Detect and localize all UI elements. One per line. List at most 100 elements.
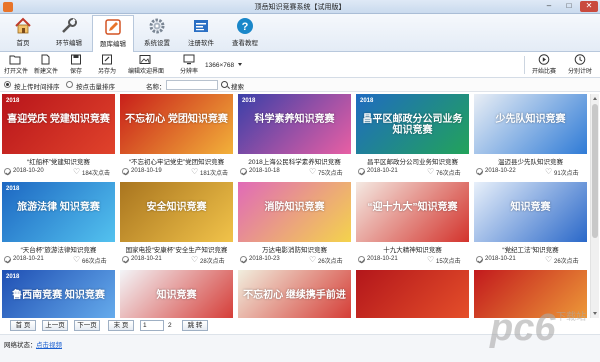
search-label[interactable]: 搜索 — [231, 81, 244, 91]
ribbon-register[interactable]: 注册软件 — [180, 15, 222, 51]
check-icon[interactable] — [476, 256, 483, 263]
toolbar-divider — [524, 56, 525, 74]
template-thumbnail[interactable]: 2018 昌平区邮政分公司业务 知识竞赛 — [356, 94, 469, 154]
check-icon[interactable] — [4, 168, 11, 175]
prev-page-button[interactable]: 上一页 — [42, 320, 68, 331]
card-title: 国家电投“安康杯”安全生产知识竞赛 — [125, 247, 228, 254]
thumbnail-title: 喜迎党庆 党建知识竞赛 — [7, 114, 110, 125]
template-thumbnail[interactable]: 2018 科学素养知识竞赛 — [238, 94, 351, 154]
heart-icon[interactable]: ♡ — [191, 168, 199, 176]
template-card[interactable]: 少先队知识竞赛 温迈县少先队知识竞赛 2018-10-22 ♡ 91次点击 — [474, 94, 587, 180]
timer-button[interactable]: 分别计时 — [566, 54, 594, 76]
heart-icon[interactable]: ♡ — [545, 256, 553, 264]
ribbon-question-bank-edit[interactable]: 题库编辑 — [92, 15, 134, 52]
heart-icon[interactable]: ♡ — [427, 168, 435, 176]
template-card[interactable]: 2018 昌平区邮政分公司业务 知识竞赛 昌平区邮政分公司业务知识竞赛 2018-10… — [356, 94, 469, 180]
page-number-input[interactable]: 1 — [140, 320, 164, 331]
sort-clicks-radio[interactable] — [66, 81, 73, 88]
template-card[interactable] — [356, 270, 469, 318]
edit-welcome-button[interactable]: 编辑欢迎界面 — [128, 54, 165, 76]
folder-open-icon — [9, 54, 21, 65]
minimize-button[interactable]: – — [540, 1, 558, 12]
resolution-label: 分辨率 — [179, 69, 198, 75]
template-thumbnail[interactable]: 消防知识竞赛 — [238, 182, 351, 242]
sort-time-radio[interactable] — [4, 81, 11, 88]
template-thumbnail[interactable]: 2018 鲁西南竞赛 知识竞赛 — [2, 270, 115, 318]
check-icon[interactable] — [358, 168, 365, 175]
check-icon[interactable] — [122, 256, 129, 263]
template-card[interactable]: 不忘初心 党团知识竞赛 “不忘初心牢记党史”党团知识竞赛 2018-10-19 ♡ 18… — [120, 94, 233, 180]
template-card[interactable]: 知识竞赛 — [120, 270, 233, 318]
ribbon-segment-edit[interactable]: 环节编辑 — [48, 15, 90, 51]
scroll-up-icon[interactable] — [593, 97, 597, 100]
save-as-button[interactable]: 另存为 — [96, 54, 118, 76]
template-thumbnail[interactable]: “迎十九大”知识竞赛 — [356, 182, 469, 242]
template-card[interactable]: 消防知识竞赛 万达电影消防知识竞赛 2018-10-23 ♡ 26次点击 — [238, 182, 351, 268]
template-thumbnail[interactable]: 知识竞赛 — [474, 182, 587, 242]
chevron-down-icon — [238, 63, 242, 66]
svg-text:下载站: 下载站 — [556, 310, 586, 323]
open-file-button[interactable]: 打开文件 — [4, 54, 28, 76]
template-thumbnail[interactable]: 少先队知识竞赛 — [474, 94, 587, 154]
template-card[interactable]: “迎十九大”知识竞赛 十九大精神知识竞赛 2018-10-21 ♡ 15次点击 — [356, 182, 469, 268]
home-icon — [14, 17, 32, 35]
card-meta: 2018-10-22 ♡ 91次点击 — [474, 167, 587, 177]
edit-welcome-label: 编辑欢迎界面 — [128, 69, 165, 75]
template-thumbnail[interactable]: 知识竞赛 — [120, 270, 233, 318]
check-icon[interactable] — [122, 168, 129, 175]
template-thumbnail[interactable]: 2018 旅游法律 知识竞赛 — [2, 182, 115, 242]
template-card[interactable]: 2018 喜迎党庆 党建知识竞赛 “红船杯”党建知识竞赛 2018-10-20 ♡ 184… — [2, 94, 115, 180]
ribbon-system-settings[interactable]: 系统设置 — [136, 15, 178, 51]
template-card[interactable]: 不忘初心 继续携手前进 — [238, 270, 351, 318]
resolution-button[interactable]: 分辨率 — [178, 54, 200, 76]
register-icon — [192, 17, 210, 35]
check-icon[interactable] — [358, 256, 365, 263]
scroll-thumb[interactable] — [592, 104, 598, 238]
heart-icon[interactable]: ♡ — [73, 168, 81, 176]
title-bar: 顶岳知识竞赛系统【试用版】 – □ ✕ — [0, 0, 600, 14]
heart-icon[interactable]: ♡ — [545, 168, 553, 176]
card-meta: 2018-10-21 ♡ 26次点击 — [474, 255, 587, 265]
maximize-button[interactable]: □ — [560, 1, 578, 12]
card-title: “不忘初心牢记党史”党团知识竞赛 — [128, 159, 225, 166]
check-icon[interactable] — [240, 256, 247, 263]
start-competition-button[interactable]: 开始比赛 — [530, 54, 558, 76]
card-clicks: 181次点击 — [200, 171, 229, 177]
first-page-button[interactable]: 首 页 — [10, 320, 36, 331]
template-card[interactable]: 2018 科学素养知识竞赛 2018上海公民科学素养知识竞赛 2018-10-18 ♡ 7… — [238, 94, 351, 180]
heart-icon[interactable]: ♡ — [191, 256, 199, 264]
template-card[interactable]: 2018 旅游法律 知识竞赛 “天台杯”旅游法律知识竞赛 2018-10-21 ♡ 66次… — [2, 182, 115, 268]
close-button[interactable]: ✕ — [580, 1, 598, 12]
card-clicks: 28次点击 — [200, 259, 225, 265]
template-thumbnail[interactable]: 不忘初心 党团知识竞赛 — [120, 94, 233, 154]
go-page-button[interactable]: 跳 转 — [182, 320, 208, 331]
vertical-scrollbar[interactable] — [590, 94, 599, 318]
check-icon[interactable] — [240, 168, 247, 175]
heart-icon[interactable]: ♡ — [427, 256, 435, 264]
new-file-button[interactable]: 新建文件 — [34, 54, 58, 76]
template-thumbnail[interactable]: 安全知识竞赛 — [120, 182, 233, 242]
svg-text:?: ? — [242, 21, 249, 33]
ribbon-home[interactable]: 首页 — [2, 15, 44, 51]
save-button[interactable]: 保存 — [68, 54, 84, 76]
name-search-input[interactable] — [166, 80, 218, 90]
card-date: 2018-10-23 — [249, 256, 280, 262]
ribbon-tutorial[interactable]: ? 查看教程 — [224, 15, 266, 51]
card-clicks: 66次点击 — [82, 259, 107, 265]
template-card[interactable]: 知识竞赛 “党纪工法”知识竞赛 2018-10-21 ♡ 26次点击 — [474, 182, 587, 268]
template-card[interactable]: 2018 鲁西南竞赛 知识竞赛 — [2, 270, 115, 318]
template-thumbnail[interactable] — [356, 270, 469, 318]
card-meta: 2018-10-21 ♡ 28次点击 — [120, 255, 233, 265]
search-icon[interactable] — [221, 81, 228, 88]
heart-icon[interactable]: ♡ — [73, 256, 81, 264]
next-page-button[interactable]: 下一页 — [74, 320, 100, 331]
template-card[interactable]: 安全知识竞赛国家电投“安康杯”安全生产知识竞赛 2018-10-21 ♡ 28次点击 — [120, 182, 233, 268]
last-page-button[interactable]: 末 页 — [108, 320, 134, 331]
heart-icon[interactable]: ♡ — [309, 168, 317, 176]
template-thumbnail[interactable]: 2018 喜迎党庆 党建知识竞赛 — [2, 94, 115, 154]
heart-icon[interactable]: ♡ — [309, 256, 317, 264]
check-icon[interactable] — [476, 168, 483, 175]
check-icon[interactable] — [4, 256, 11, 263]
video-link[interactable]: 点击视频 — [36, 339, 62, 349]
template-thumbnail[interactable]: 不忘初心 继续携手前进 — [238, 270, 351, 318]
